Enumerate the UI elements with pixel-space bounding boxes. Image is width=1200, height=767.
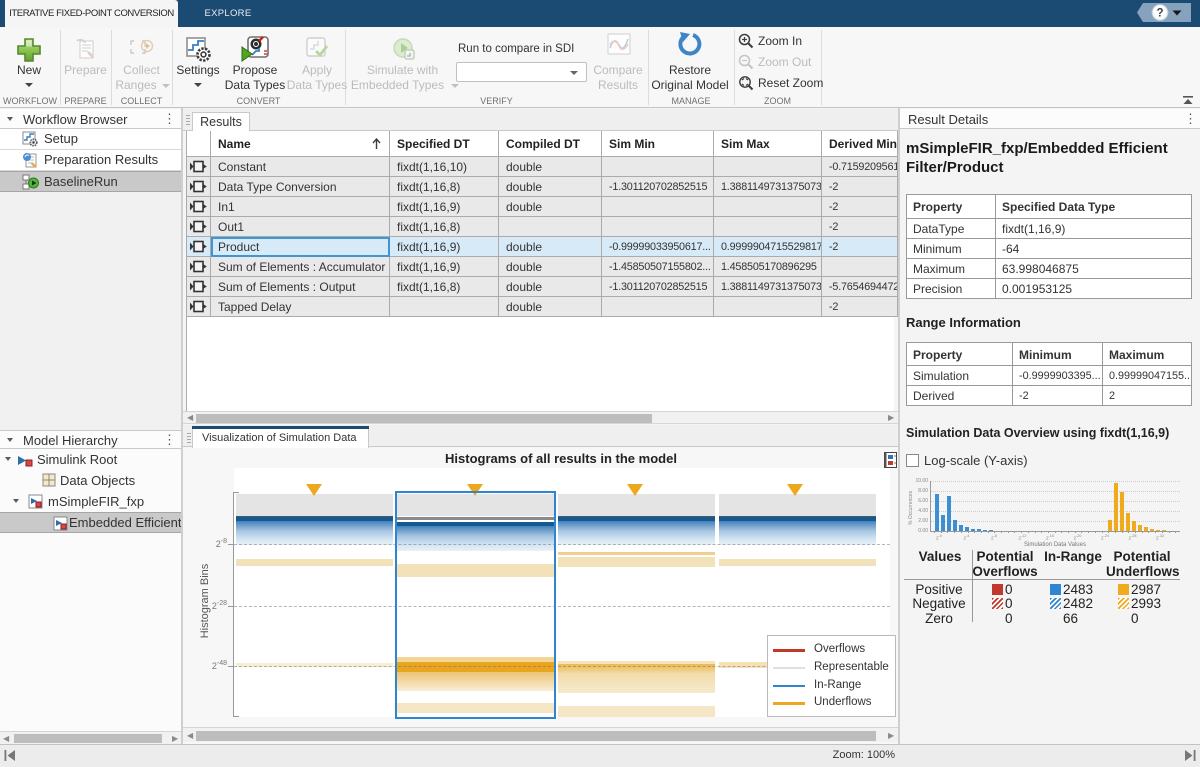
- svg-text:?: ?: [1156, 8, 1163, 20]
